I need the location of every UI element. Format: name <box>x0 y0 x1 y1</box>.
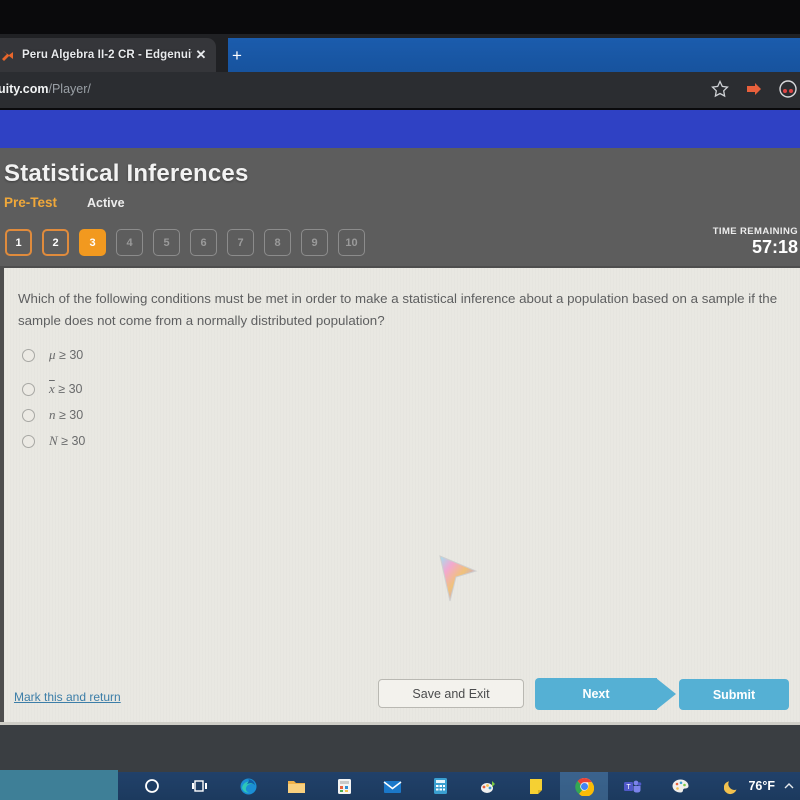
timer-label: TIME REMAINING <box>712 226 798 237</box>
question-text: Which of the following conditions must b… <box>18 291 778 328</box>
cortana-circle-icon[interactable] <box>128 772 176 800</box>
page-title: Statistical Inferences <box>4 160 249 187</box>
question-number-1[interactable]: 1 <box>5 229 32 256</box>
microsoft-teams-icon[interactable]: T <box>608 772 656 800</box>
question-number-9[interactable]: 9 <box>301 229 328 256</box>
url-text[interactable]: uity.com/Player/ <box>0 82 91 96</box>
mail-icon[interactable] <box>368 772 416 800</box>
status-badge: Active <box>87 196 125 210</box>
new-tab-area <box>228 38 800 72</box>
radio-button[interactable] <box>22 408 35 422</box>
quiz-meta-row: Pre-Test Active <box>4 195 125 210</box>
answer-option[interactable]: N ≥ 30 <box>22 428 85 454</box>
answer-option[interactable]: μ ≥ 30 <box>22 342 85 368</box>
task-view-icon[interactable] <box>176 772 224 800</box>
question-number-nav: 1 2 3 4 5 6 7 8 9 10 <box>5 229 365 256</box>
answer-option[interactable]: n ≥ 30 <box>22 402 85 428</box>
browser-url-bar[interactable] <box>0 72 800 108</box>
radio-button[interactable] <box>22 382 35 396</box>
temperature-label: 76°F <box>748 779 775 793</box>
browser-toolbar-icons <box>710 79 798 99</box>
paint-palette-icon[interactable] <box>656 772 704 800</box>
submit-button[interactable]: Submit <box>679 679 789 710</box>
mouse-cursor <box>436 553 480 609</box>
calculator-icon[interactable] <box>416 772 464 800</box>
question-number-6[interactable]: 6 <box>190 229 217 256</box>
radio-button[interactable] <box>22 434 35 448</box>
chrome-browser-icon[interactable] <box>560 772 608 800</box>
app-header-band <box>0 110 800 148</box>
sticky-notes-icon[interactable] <box>512 772 560 800</box>
question-number-3[interactable]: 3 <box>79 229 106 256</box>
question-number-4[interactable]: 4 <box>116 229 143 256</box>
star-bookmark-icon[interactable] <box>710 79 730 99</box>
taskbar-start-region[interactable] <box>0 770 118 800</box>
question-number-8[interactable]: 8 <box>264 229 291 256</box>
paint3d-icon[interactable] <box>464 772 512 800</box>
close-icon[interactable]: ✕ <box>192 47 210 63</box>
answer-option-label: μ ≥ 30 <box>49 347 84 362</box>
timer-value: 57:18 <box>751 237 798 257</box>
screen-photo: + Peru Algebra II-2 CR - Edgenuity ✕ uit… <box>0 0 800 800</box>
profile-avatar-icon[interactable] <box>778 79 798 99</box>
question-number-10[interactable]: 10 <box>338 229 365 256</box>
url-path: /Player/ <box>48 82 91 96</box>
timer: TIME REMAINING 57:18 <box>713 226 798 258</box>
moon-icon <box>724 778 741 795</box>
answer-options-list: μ ≥ 30 x ≥ 30 n ≥ 30 N ≥ 30 <box>22 342 85 454</box>
mark-this-and-return-link[interactable]: Mark this and return <box>14 690 121 704</box>
taskbar-icon-list: T <box>128 772 704 800</box>
browser-tab-title: Peru Algebra II-2 CR - Edgenuity <box>22 49 192 61</box>
test-type-label: Pre-Test <box>4 195 58 210</box>
new-tab-button[interactable]: + <box>232 47 242 64</box>
next-button[interactable]: Next <box>535 678 676 710</box>
browser-tab[interactable]: Peru Algebra II-2 CR - Edgenuity ✕ <box>0 38 216 72</box>
microsoft-store-icon[interactable] <box>320 772 368 800</box>
radio-button[interactable] <box>22 348 35 362</box>
chevron-up-icon[interactable] <box>782 779 796 793</box>
edgenuity-favicon-icon <box>0 48 15 63</box>
extension-arrow-icon[interactable] <box>744 79 764 99</box>
desktop-dark-band <box>0 722 800 772</box>
answer-option-label: n ≥ 30 <box>49 407 84 422</box>
question-number-5[interactable]: 5 <box>153 229 180 256</box>
panel-bottom-edge <box>0 722 800 725</box>
answer-option-label: x ≥ 30 <box>49 381 83 396</box>
question-number-2[interactable]: 2 <box>42 229 69 256</box>
content-panel: Which of the following conditions must b… <box>4 268 800 722</box>
question-number-7[interactable]: 7 <box>227 229 254 256</box>
save-and-exit-button[interactable]: Save and Exit <box>378 679 524 708</box>
svg-text:T: T <box>626 784 631 791</box>
file-explorer-icon[interactable] <box>272 772 320 800</box>
url-domain: uity.com <box>0 82 49 96</box>
answer-option[interactable]: x ≥ 30 <box>22 376 85 402</box>
edge-browser-icon[interactable] <box>224 772 272 800</box>
taskbar-tray: 76°F <box>724 772 800 800</box>
answer-option-label: N ≥ 30 <box>49 433 86 448</box>
